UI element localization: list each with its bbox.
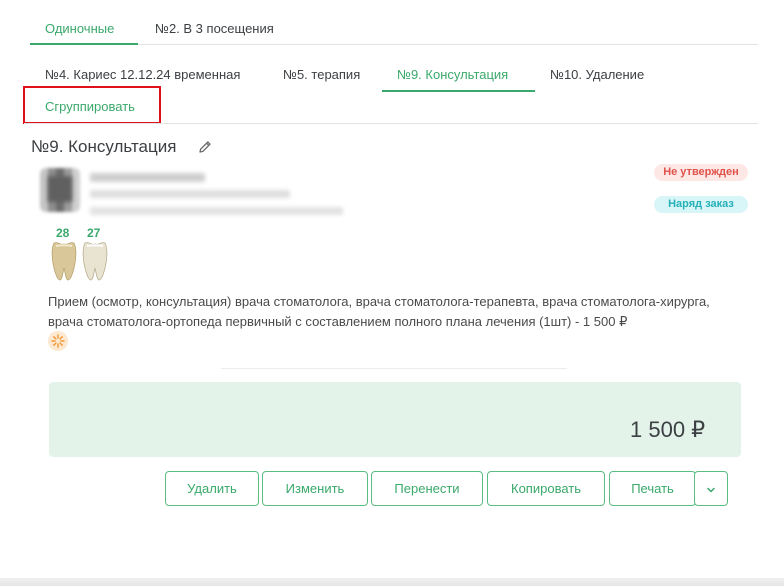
divider: [221, 368, 567, 369]
delete-button[interactable]: Удалить: [165, 471, 259, 506]
doctor-name-redacted: [90, 173, 205, 182]
move-button[interactable]: Перенести: [371, 471, 483, 506]
tooth-icon[interactable]: [81, 240, 109, 282]
pencil-icon[interactable]: [197, 139, 213, 155]
doctor-role-redacted: [90, 190, 290, 198]
tabs-divider: [30, 44, 758, 45]
tooth-number: 27: [87, 226, 101, 240]
edit-button[interactable]: Изменить: [262, 471, 368, 506]
order-badge[interactable]: Наряд заказ: [654, 196, 748, 213]
spinner-icon: [48, 331, 68, 351]
service-description: Прием (осмотр, консультация) врача стома…: [48, 294, 710, 329]
group-button[interactable]: Сгруппировать: [45, 99, 135, 114]
active-tab-indicator: [382, 90, 535, 92]
tab-visit-4[interactable]: №4. Кариес 12.12.24 временная: [45, 67, 240, 82]
tooth-icon[interactable]: [50, 240, 78, 282]
copy-button[interactable]: Копировать: [487, 471, 605, 506]
page-title: №9. Консультация: [31, 137, 177, 156]
print-dropdown-button[interactable]: [694, 471, 728, 506]
total-amount: 1 500 ₽: [630, 417, 706, 442]
tab-visit-10[interactable]: №10. Удаление: [550, 67, 644, 82]
active-tab-indicator: [30, 43, 138, 45]
tab-three-visits[interactable]: №2. В 3 посещения: [155, 21, 274, 36]
print-button[interactable]: Печать: [609, 471, 696, 506]
chevron-down-icon: [707, 487, 715, 492]
avatar-image: [48, 176, 72, 202]
status-badge: Не утвержден: [654, 164, 748, 181]
page-bottom-edge: [0, 578, 784, 586]
tabs-divider: [24, 123, 758, 124]
tab-single[interactable]: Одиночные: [45, 21, 114, 36]
doctor-details-redacted: [90, 207, 343, 215]
tooth-number: 28: [56, 226, 70, 240]
tab-visit-5[interactable]: №5. терапия: [283, 67, 360, 82]
tab-visit-9[interactable]: №9. Консультация: [397, 67, 508, 82]
